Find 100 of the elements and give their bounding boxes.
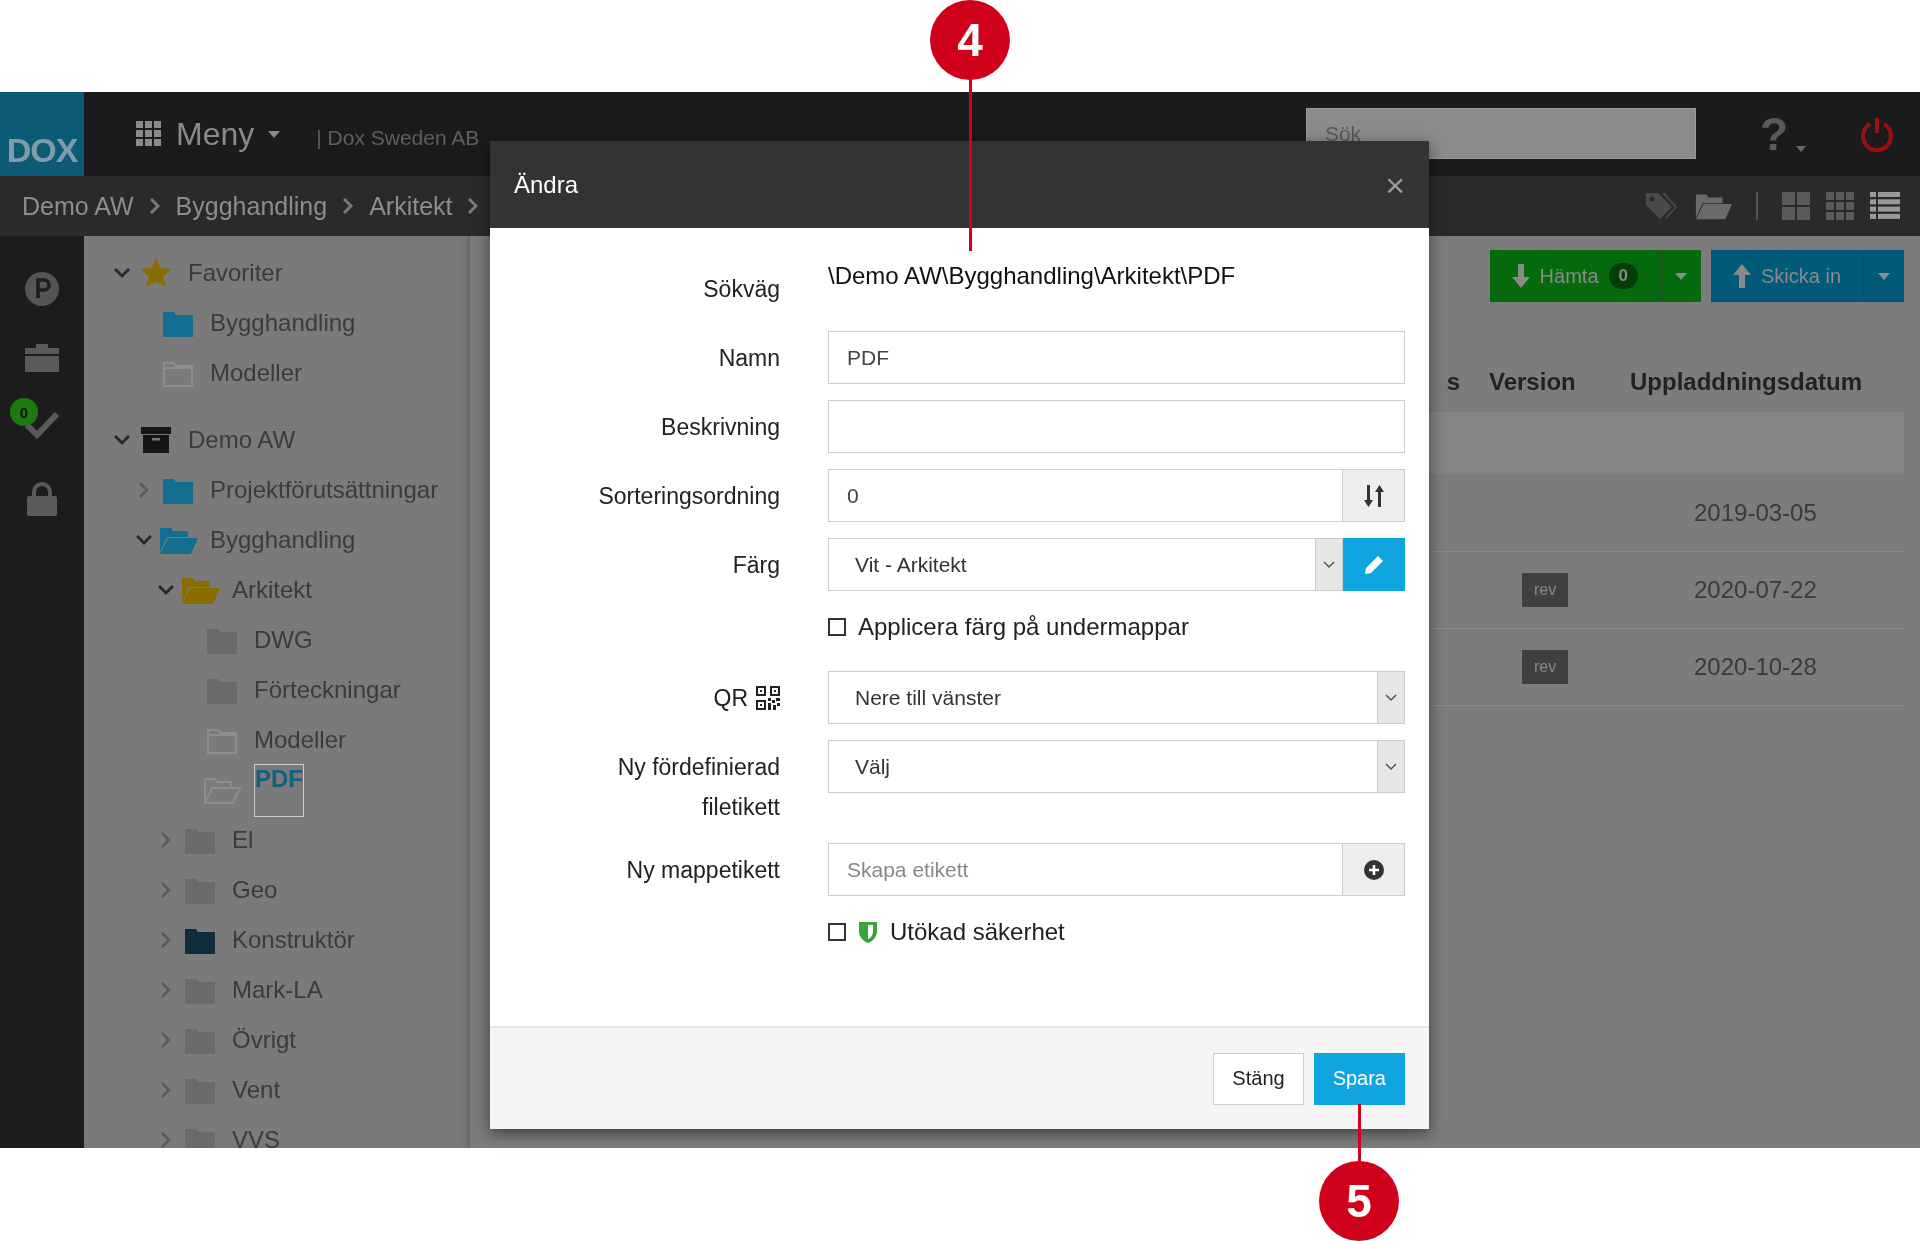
text-field[interactable] xyxy=(828,400,1405,453)
shield-icon xyxy=(858,920,878,944)
large-grid-icon[interactable] xyxy=(1782,192,1810,220)
checkbox[interactable] xyxy=(828,618,846,636)
text-field[interactable]: PDF xyxy=(828,331,1405,384)
chevron-right-icon[interactable] xyxy=(161,1082,171,1098)
chevron-down-icon[interactable] xyxy=(114,434,130,446)
grid-icon xyxy=(136,121,162,147)
menu-button[interactable]: Meny xyxy=(136,115,281,153)
field-label: QR xyxy=(713,684,748,713)
dropdown[interactable]: Nere till vänster xyxy=(828,671,1405,724)
tree-item[interactable]: Modeller xyxy=(254,726,347,754)
count-badge: 0 xyxy=(1608,263,1638,289)
edit-button[interactable] xyxy=(1343,538,1405,591)
path-text: \Demo AW\Bygghandling\Arkitekt\PDF xyxy=(828,262,1237,290)
briefcase-icon[interactable] xyxy=(25,344,59,372)
sort-icon xyxy=(1363,484,1384,507)
qr-code-icon xyxy=(756,686,780,710)
tree-item[interactable]: Övrigt xyxy=(232,1026,296,1054)
tree-item[interactable]: Mark-LA xyxy=(232,976,323,1004)
sort-button[interactable] xyxy=(1343,469,1405,522)
plus-circle-icon xyxy=(1363,859,1384,880)
chevron-right-icon[interactable] xyxy=(161,1032,171,1048)
date-cell: 2020-07-22 xyxy=(1694,576,1817,603)
revision-tag: rev xyxy=(1522,573,1569,607)
color-dropdown[interactable]: Vit - Arkitekt xyxy=(828,538,1343,591)
field-label: Namn xyxy=(718,344,780,373)
tree-item[interactable]: Förteckningar xyxy=(254,676,401,704)
caret-icon[interactable] xyxy=(1796,146,1806,152)
tree-item[interactable]: Bygghandling xyxy=(210,309,356,337)
download-button[interactable]: Hämta 0 xyxy=(1489,250,1701,302)
tree-item[interactable]: DWG xyxy=(254,626,313,654)
dropdown[interactable]: Välj xyxy=(828,740,1405,793)
tree-item[interactable]: El xyxy=(232,826,254,854)
close-button[interactable]: Stäng xyxy=(1213,1052,1304,1105)
number-field[interactable]: 0 xyxy=(828,469,1343,522)
checkbox-label[interactable]: Applicera färg på undermappar xyxy=(858,613,1189,641)
tree-item[interactable]: Favoriter xyxy=(188,259,283,287)
upload-arrow-icon xyxy=(1732,264,1751,288)
breadcrumb-link[interactable]: Demo AW xyxy=(22,191,134,221)
revision-tag: rev xyxy=(1522,650,1569,684)
list-icon[interactable] xyxy=(1870,192,1900,220)
open-folder-icon[interactable] xyxy=(1694,192,1732,220)
dialog-title: Ändra xyxy=(514,170,579,199)
field-label: Beskrivning xyxy=(661,413,780,442)
checkbox-label[interactable]: Utökad säkerhet xyxy=(890,918,1065,946)
date-cell: 2019-03-05 xyxy=(1694,499,1817,526)
leader-line xyxy=(1358,1104,1361,1163)
logo[interactable]: DOX xyxy=(0,92,84,176)
pencil-icon xyxy=(1362,553,1385,576)
tag-icon[interactable] xyxy=(1644,191,1678,221)
chevron-down-icon xyxy=(1385,693,1397,702)
field-label: Ny fördefinierad filetikett xyxy=(616,753,780,822)
chevron-right-icon[interactable] xyxy=(161,832,171,848)
tree-item[interactable]: Vent xyxy=(232,1076,281,1104)
column-header[interactable]: Uppladdningsdatum xyxy=(1624,368,1904,396)
tree-item[interactable]: Arkitekt xyxy=(232,576,312,604)
breadcrumb-link[interactable]: Arkitekt xyxy=(369,191,453,221)
help-button[interactable]: ? xyxy=(1759,107,1788,161)
field-label: Ny mappetikett xyxy=(626,856,780,885)
column-header[interactable]: Version xyxy=(1474,368,1624,396)
tree-item[interactable]: Konstruktör xyxy=(232,926,355,954)
chevron-down-icon[interactable] xyxy=(114,267,130,279)
tree-item[interactable]: VVS xyxy=(232,1126,281,1148)
chevron-right-icon[interactable] xyxy=(161,982,171,998)
checkbox[interactable] xyxy=(828,923,846,941)
chevron-down-icon[interactable] xyxy=(158,584,174,596)
breadcrumb-link[interactable]: Bygghandling xyxy=(175,191,328,221)
tree-item[interactable]: Modeller xyxy=(210,359,303,387)
chevron-down-icon xyxy=(1385,762,1397,771)
chevron-right-icon[interactable] xyxy=(161,1132,171,1148)
field-label: Färg xyxy=(732,551,780,580)
tag-field[interactable]: Skapa etikett xyxy=(828,843,1343,896)
save-button[interactable]: Spara xyxy=(1313,1052,1405,1105)
chevron-down-icon[interactable] xyxy=(136,534,152,546)
caret-icon[interactable] xyxy=(1674,272,1687,280)
small-grid-icon[interactable] xyxy=(1826,192,1854,220)
download-arrow-icon xyxy=(1511,264,1530,288)
tree-item[interactable]: Bygghandling xyxy=(210,526,356,554)
tree-item[interactable]: Geo xyxy=(232,876,278,904)
lock-icon[interactable] xyxy=(27,482,57,516)
chevron-right-icon[interactable] xyxy=(161,882,171,898)
chevron-down-icon xyxy=(1323,560,1335,569)
tree-item[interactable]: PDF xyxy=(254,763,304,817)
tree-item[interactable]: Demo AW xyxy=(188,426,296,454)
field-label: Sorteringsordning xyxy=(598,482,780,511)
upload-button[interactable]: Skicka in xyxy=(1710,250,1904,302)
add-button[interactable] xyxy=(1343,843,1405,896)
chevron-right-icon xyxy=(149,198,160,214)
chevron-right-icon[interactable] xyxy=(161,932,171,948)
power-icon[interactable] xyxy=(1860,116,1894,152)
chevron-right-icon xyxy=(343,198,354,214)
tree-item[interactable]: Projektförutsättningar xyxy=(210,476,439,504)
caret-icon[interactable] xyxy=(1878,272,1890,280)
chevron-right-icon[interactable] xyxy=(139,482,149,498)
field-label: Sökväg xyxy=(703,275,780,304)
caret-icon xyxy=(268,130,281,138)
parking-icon[interactable] xyxy=(25,272,59,306)
callout-badge: 4 xyxy=(930,0,1010,80)
close-button[interactable]: × xyxy=(1385,167,1405,202)
